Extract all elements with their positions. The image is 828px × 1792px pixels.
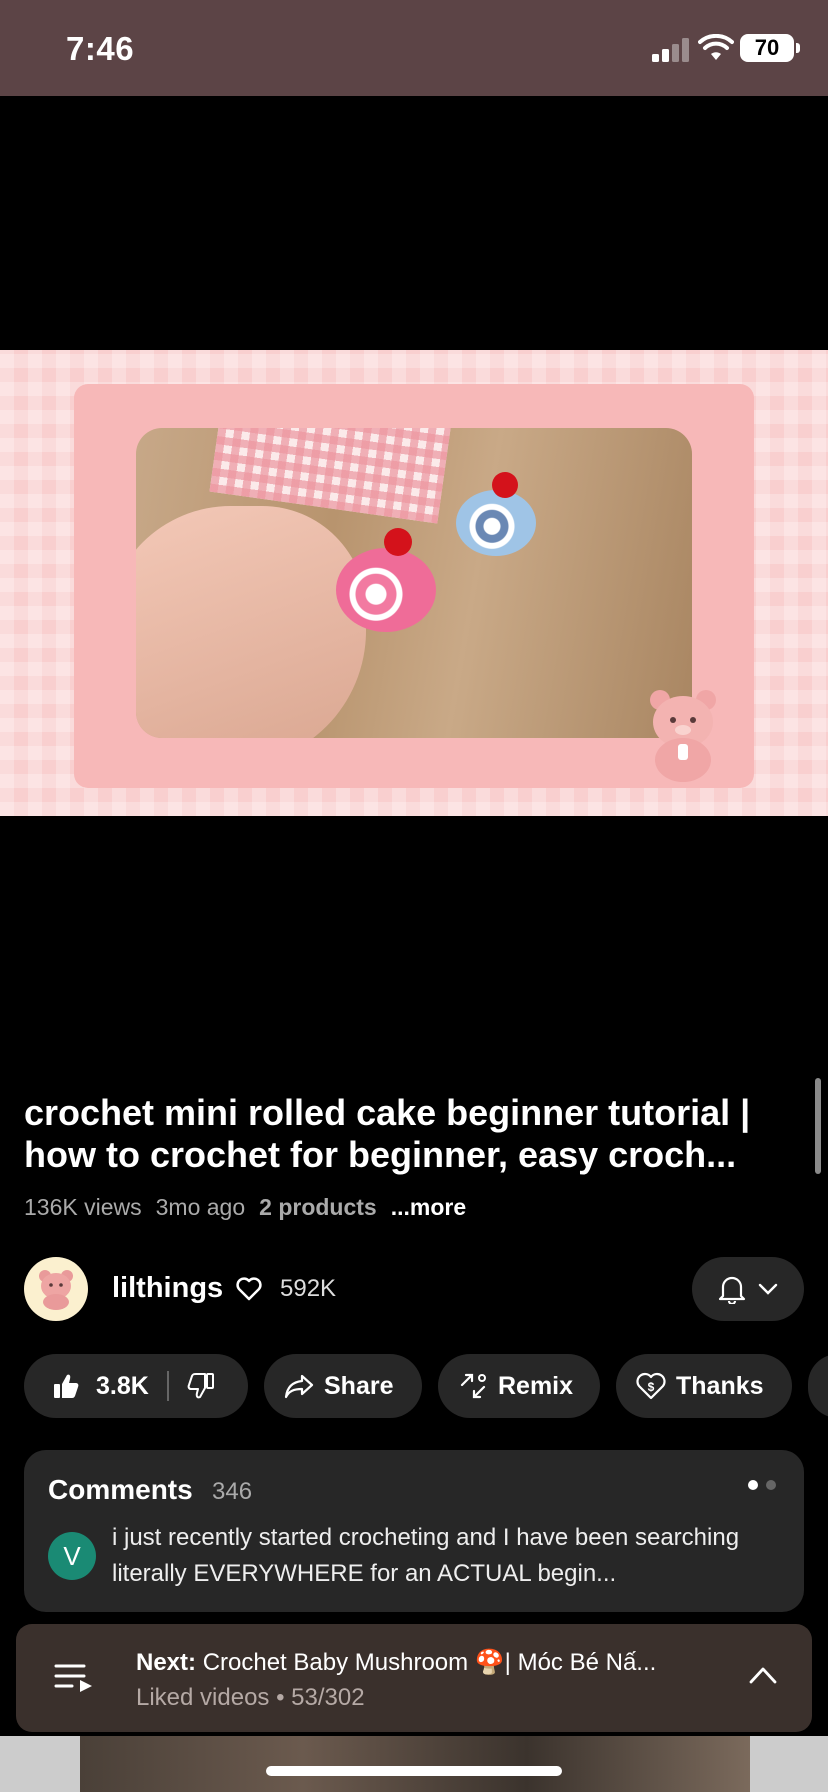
cherry xyxy=(492,472,518,498)
share-button[interactable]: Share xyxy=(264,1354,422,1418)
upload-age: 3mo ago xyxy=(155,1194,246,1220)
bear-sticker-icon xyxy=(650,690,716,782)
cellular-signal-icon xyxy=(652,38,689,62)
pink-roll-cake xyxy=(336,548,436,632)
remix-icon xyxy=(460,1373,486,1399)
remix-label: Remix xyxy=(498,1371,574,1400)
more-link[interactable]: ...more xyxy=(391,1194,466,1221)
next-label: Next: xyxy=(136,1649,197,1676)
comments-count: 346 xyxy=(212,1478,253,1505)
top-comment-text: i just recently started crocheting and I… xyxy=(112,1524,740,1587)
next-video-title: Crochet Baby Mushroom 🍄| Móc Bé Nấ... xyxy=(202,1649,657,1676)
svg-text:$: $ xyxy=(648,1380,655,1394)
playlist-info: Liked videos • 53/302 xyxy=(136,1684,365,1711)
comments-pager xyxy=(748,1480,776,1490)
battery-indicator: 70 xyxy=(740,34,800,62)
video-meta[interactable]: 136K views 3mo ago 2 products ...more xyxy=(24,1194,466,1221)
queue-icon xyxy=(54,1664,92,1692)
remix-button[interactable]: Remix xyxy=(438,1354,600,1418)
like-dislike-group: 3.8K xyxy=(24,1354,248,1418)
share-label: Share xyxy=(324,1371,394,1400)
hand xyxy=(136,506,366,738)
commenter-avatar: V xyxy=(48,1532,96,1580)
comments-panel[interactable]: Comments 346 V i just recently started c… xyxy=(24,1450,804,1612)
wifi-icon xyxy=(698,34,734,60)
blue-roll-cake xyxy=(456,490,536,556)
home-indicator[interactable] xyxy=(266,1766,562,1776)
subscriber-count: 592K xyxy=(280,1275,337,1302)
more-actions-button[interactable] xyxy=(808,1354,828,1418)
channel-avatar[interactable] xyxy=(24,1257,88,1321)
channel-name[interactable]: lilthings xyxy=(112,1272,223,1305)
status-time: 7:46 xyxy=(66,30,135,67)
like-icon[interactable] xyxy=(52,1372,80,1400)
background-thumbnail xyxy=(80,1736,750,1792)
next-up-bar[interactable]: Next: Crochet Baby Mushroom 🍄| Móc Bé Nấ… xyxy=(16,1624,812,1732)
scrollbar[interactable] xyxy=(815,1078,821,1174)
bell-icon xyxy=(718,1276,746,1304)
next-title-line: Next: Crochet Baby Mushroom 🍄| Móc Bé Nấ… xyxy=(136,1648,716,1677)
thanks-label: Thanks xyxy=(676,1371,764,1400)
pager-dot xyxy=(766,1480,776,1490)
video-title[interactable]: crochet mini rolled cake beginner tutori… xyxy=(24,1092,814,1176)
dislike-icon[interactable] xyxy=(187,1372,215,1400)
subscription-notification-button[interactable] xyxy=(692,1257,804,1321)
divider xyxy=(166,1371,169,1401)
comments-title: Comments xyxy=(48,1474,193,1505)
chevron-up-icon[interactable] xyxy=(748,1664,778,1686)
chevron-down-icon xyxy=(758,1283,778,1295)
heart-icon xyxy=(236,1277,262,1301)
pager-dot-active xyxy=(748,1480,758,1490)
cherry xyxy=(384,528,412,556)
thanks-heart-dollar-icon: $ xyxy=(636,1372,666,1400)
like-count[interactable]: 3.8K xyxy=(96,1372,149,1401)
share-icon xyxy=(284,1374,314,1399)
thanks-button[interactable]: $ Thanks xyxy=(616,1354,792,1418)
products-link[interactable]: 2 products xyxy=(259,1194,377,1221)
bear-avatar-icon xyxy=(39,1270,73,1310)
video-scene xyxy=(136,428,692,738)
view-count: 136K views xyxy=(24,1194,142,1220)
